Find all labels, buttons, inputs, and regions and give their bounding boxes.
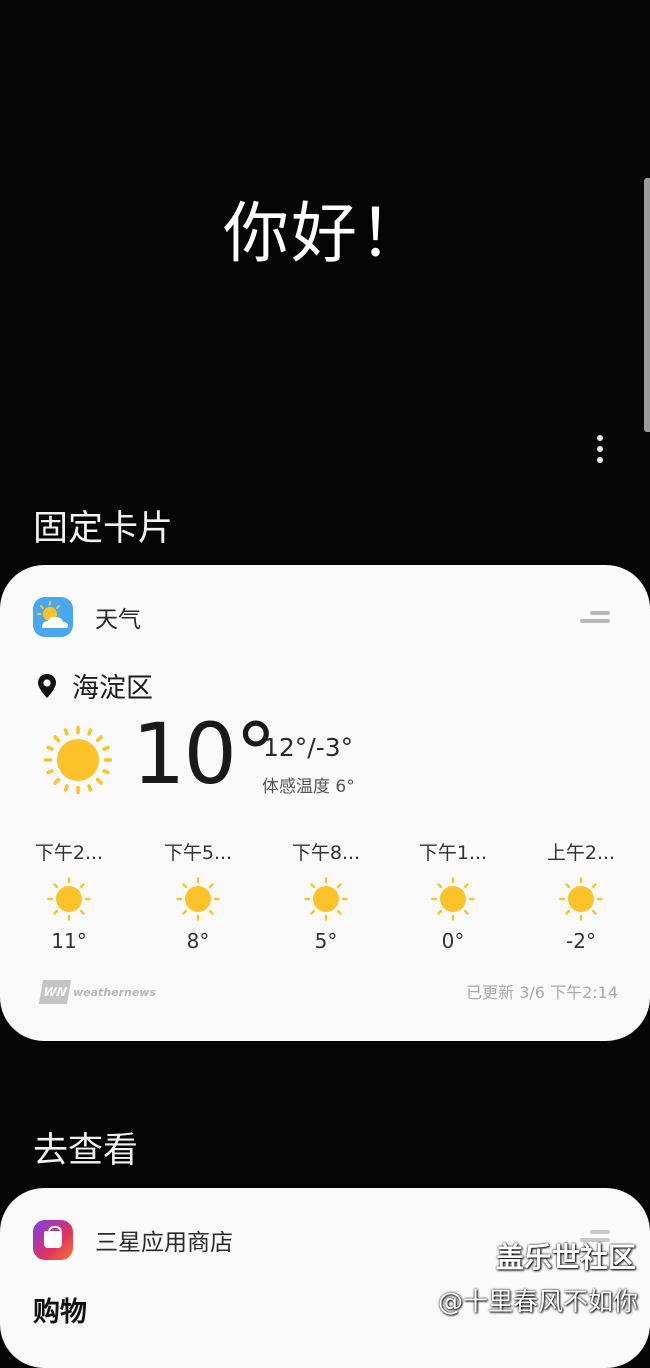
galaxy-store-icon xyxy=(33,1220,73,1260)
greeting-title: 你好！ xyxy=(223,195,427,272)
weather-location[interactable]: 海淀区 xyxy=(36,666,153,705)
sunny-icon xyxy=(559,877,603,921)
last-updated: 已更新 3/6 下午2:14 xyxy=(466,983,618,1002)
forecast-temp: 5° xyxy=(314,929,338,953)
more-dot xyxy=(597,435,603,441)
sunny-icon xyxy=(431,877,475,921)
more-dot xyxy=(597,457,603,463)
forecast-time: 上午2... xyxy=(546,842,616,864)
more-options-button[interactable] xyxy=(594,435,606,463)
store-app-name: 三星应用商店 xyxy=(95,1230,233,1256)
sunny-icon xyxy=(44,726,112,794)
galaxy-store-card[interactable]: 三星应用商店 xyxy=(0,1188,650,1368)
sunny-icon xyxy=(47,877,91,921)
sunny-icon xyxy=(304,877,348,921)
forecast-temp: 0° xyxy=(441,929,465,953)
drag-handle-icon[interactable] xyxy=(580,609,612,627)
watermark-title: 盖乐世社区 xyxy=(495,1241,636,1274)
forecast-time: 下午8... xyxy=(291,842,361,864)
forecast-hour: 下午2... 11° xyxy=(19,838,119,953)
forecast-temp: 8° xyxy=(186,929,210,953)
forecast-hour: 下午1... 0° xyxy=(403,838,503,953)
weather-app-name: 天气 xyxy=(95,607,141,633)
weathernews-logo-mark: WN xyxy=(38,980,72,1004)
current-temperature: 10° xyxy=(132,705,277,803)
forecast-temp: -2° xyxy=(566,929,596,953)
more-dot xyxy=(597,446,603,452)
weathernews-logo[interactable]: WN weathernews xyxy=(38,980,157,1004)
explore-title: 去查看 xyxy=(33,1131,139,1171)
edge-panel-handle[interactable] xyxy=(644,178,650,432)
store-category: 购物 xyxy=(33,1297,87,1328)
watermark-user: @十里春风不如你 xyxy=(437,1287,638,1316)
location-name: 海淀区 xyxy=(72,673,153,704)
forecast-temp: 11° xyxy=(51,929,87,953)
high-low-temperature: 12°/-3° xyxy=(263,733,354,762)
location-pin-icon xyxy=(38,673,56,698)
sunny-icon xyxy=(176,877,220,921)
weathernews-text: weathernews xyxy=(73,985,157,999)
forecast-time: 下午2... xyxy=(34,842,104,864)
forecast-hour: 下午8... 5° xyxy=(276,838,376,953)
weather-card-header: 天气 xyxy=(33,597,141,637)
weather-app-icon xyxy=(33,597,73,637)
forecast-time: 下午1... xyxy=(418,842,488,864)
feels-like-temperature: 体感温度 6° xyxy=(262,777,355,797)
forecast-time: 下午5... xyxy=(163,842,233,864)
store-card-header: 三星应用商店 xyxy=(33,1220,233,1260)
weather-card[interactable]: 天气 xyxy=(0,565,650,1041)
forecast-hour: 上午2... -2° xyxy=(531,838,631,953)
pinned-cards-title: 固定卡片 xyxy=(33,509,174,549)
forecast-hour: 下午5... 8° xyxy=(148,838,248,953)
